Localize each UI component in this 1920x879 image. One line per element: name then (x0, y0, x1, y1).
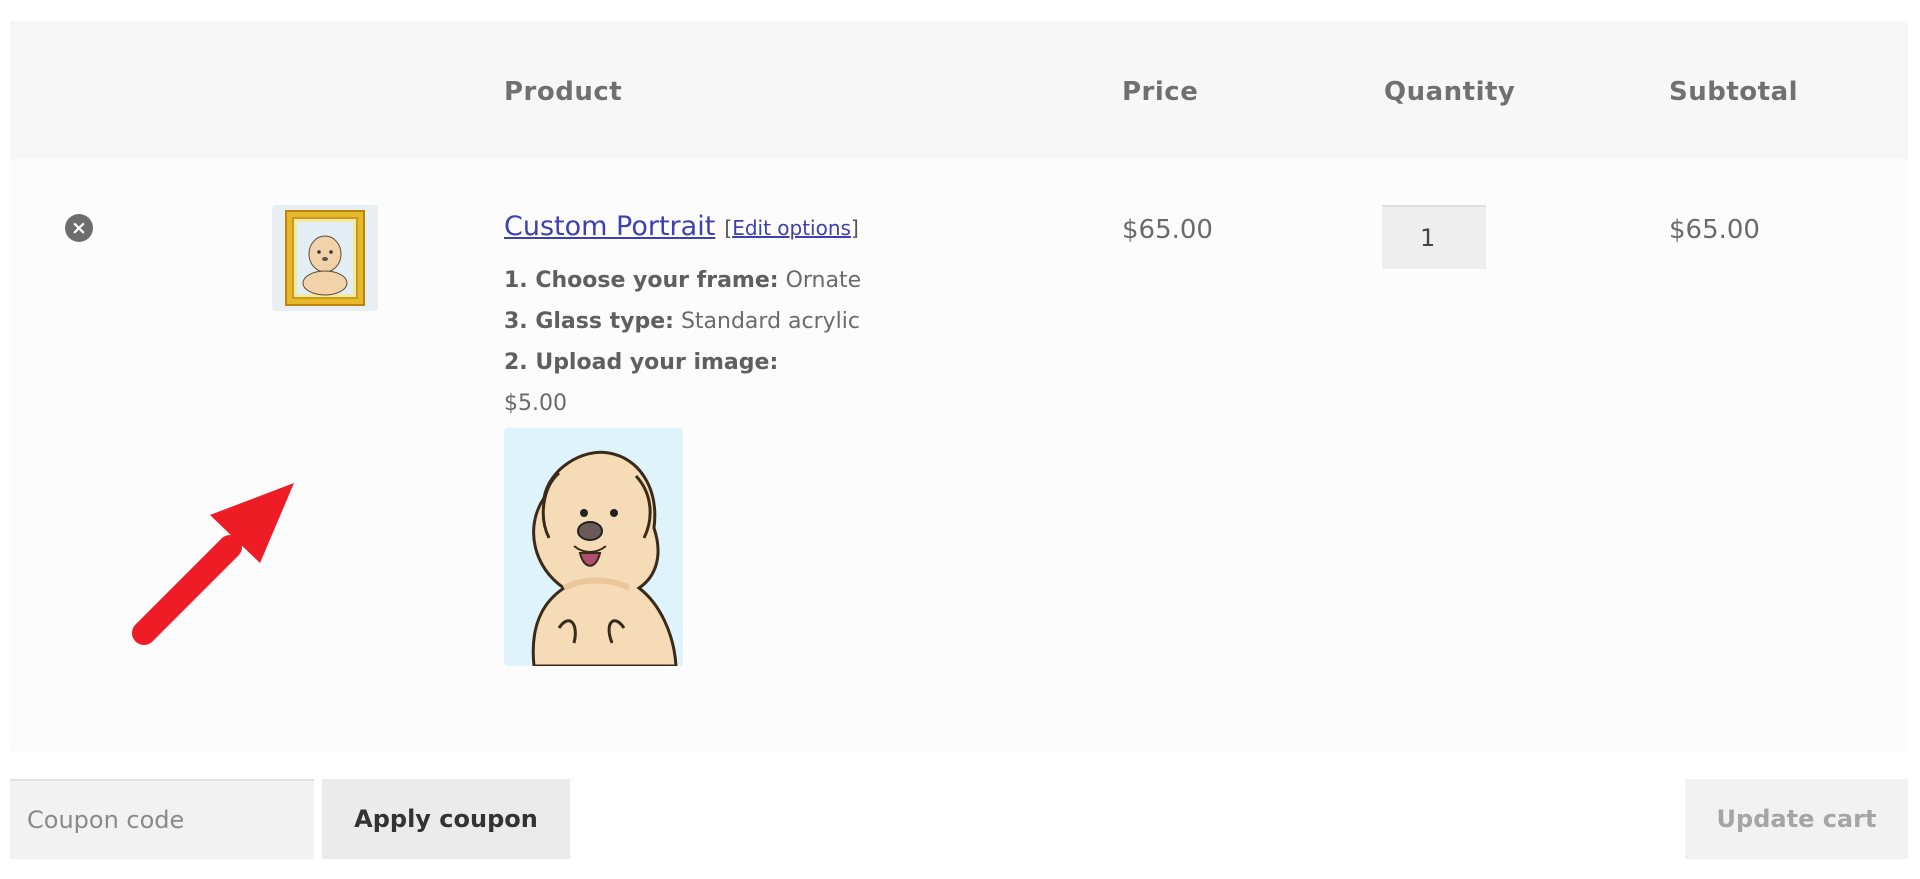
uploaded-image (504, 428, 683, 666)
option-label: 1. Choose your frame: (504, 268, 779, 293)
option-value: Ornate (785, 268, 862, 293)
header-subtotal: Subtotal (1669, 77, 1799, 107)
quantity-input[interactable] (1382, 205, 1486, 269)
coupon-code-input[interactable] (10, 779, 314, 859)
product-thumbnail[interactable] (272, 205, 378, 311)
edit-options-close-bracket: ] (850, 216, 859, 240)
option-label: 3. Glass type: (504, 309, 674, 334)
cart-table-header: Product Price Quantity Subtotal (10, 21, 1908, 159)
apply-coupon-button[interactable]: Apply coupon (322, 779, 570, 859)
product-name-link[interactable]: Custom Portrait (504, 211, 715, 242)
product-info: Custom Portrait [Edit options] 1. Choose… (504, 211, 861, 666)
header-price: Price (1122, 77, 1199, 107)
product-title-line: Custom Portrait [Edit options] (504, 211, 861, 242)
cart-item-row: × Custom Portrait [Edit options] 1. Choo… (10, 159, 1908, 751)
update-cart-button[interactable]: Update cart (1685, 779, 1908, 859)
dog-portrait-image (504, 428, 683, 666)
red-arrow-icon (132, 483, 294, 645)
option-upload: 2. Upload your image: (504, 342, 861, 383)
edit-options-link[interactable]: Edit options (732, 216, 851, 240)
framed-portrait-thumbnail (285, 210, 365, 306)
option-value: Standard acrylic (680, 309, 860, 334)
close-icon: × (71, 217, 87, 239)
remove-item-button[interactable]: × (65, 214, 93, 242)
cart-table: Product Price Quantity Subtotal × Custom… (10, 21, 1908, 751)
edit-options-wrapper: [Edit options] (724, 216, 858, 240)
product-options: 1. Choose your frame: Ornate 3. Glass ty… (504, 260, 861, 383)
option-frame: 1. Choose your frame: Ornate (504, 260, 861, 301)
option-glass: 3. Glass type: Standard acrylic (504, 301, 861, 342)
header-product: Product (504, 77, 623, 107)
item-price: $65.00 (1122, 215, 1213, 245)
cart-actions: Apply coupon Update cart (10, 779, 1908, 859)
option-label: 2. Upload your image: (504, 350, 779, 375)
item-subtotal: $65.00 (1669, 215, 1760, 245)
header-quantity: Quantity (1384, 77, 1516, 107)
upload-price: $5.00 (504, 391, 567, 416)
